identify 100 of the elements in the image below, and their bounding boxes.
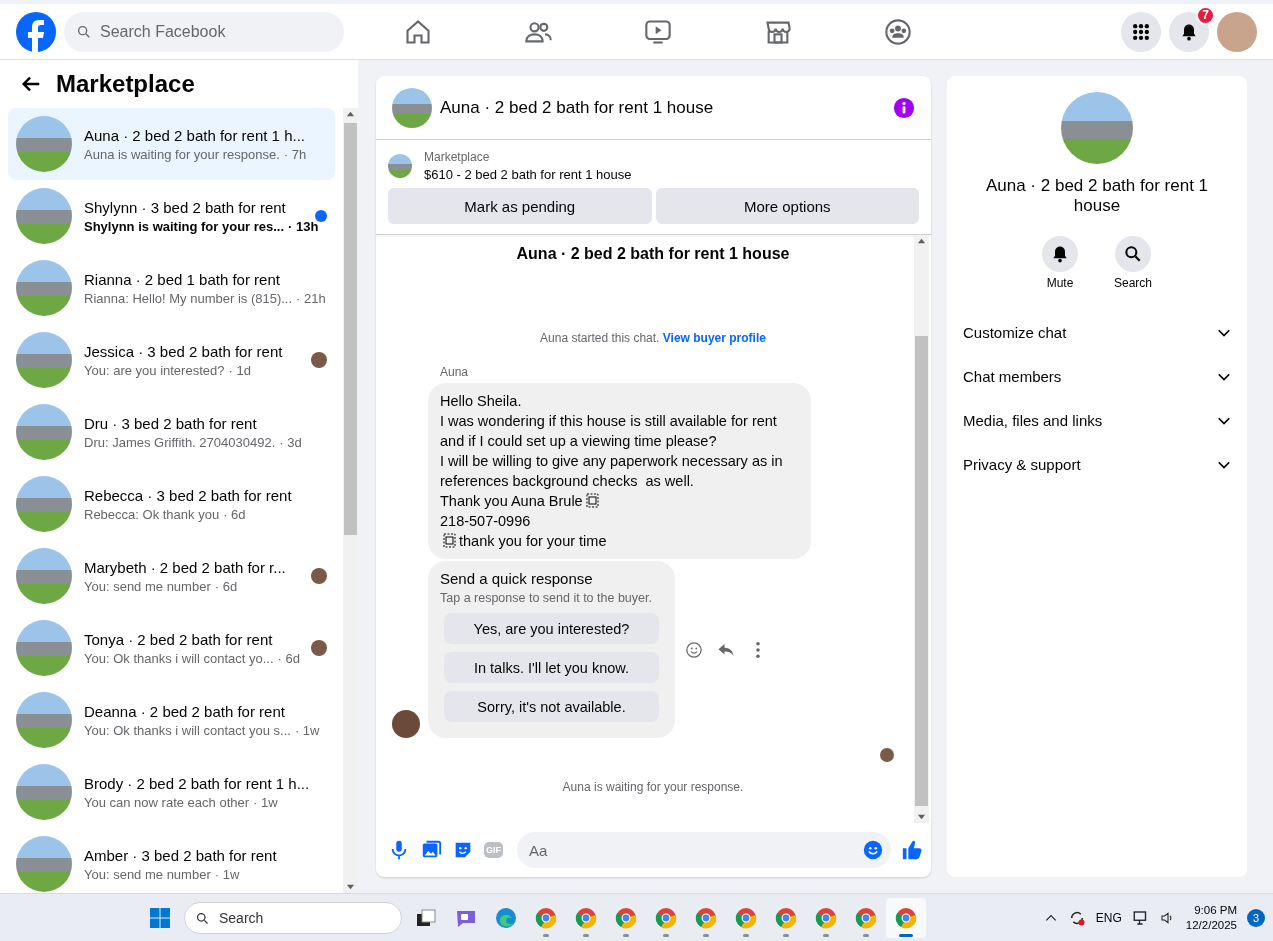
chat-title: Auna · 2 bed 2 bath for rent 1 house <box>440 97 715 118</box>
section-header[interactable]: Privacy & support <box>955 442 1239 486</box>
section-header[interactable]: Media, files and links <box>955 398 1239 442</box>
conversation-title: Shylynn · 3 bed 2 bath for rent <box>84 198 287 216</box>
edge-browser-icon[interactable] <box>494 905 518 930</box>
timestamp: · 13h <box>288 218 319 234</box>
profile-avatar[interactable] <box>1217 11 1257 52</box>
conversation-item[interactable]: Deanna · 2 bed 2 bath for rent You: Ok thanks i will contact you s... · 1w <box>8 684 335 756</box>
section-label: Media, files and links <box>963 411 1103 429</box>
conversation-item[interactable]: Brody · 2 bed 2 bath for rent 1 h... You can now rate each other · 1w <box>8 756 335 828</box>
groups-icon[interactable] <box>884 17 912 46</box>
chrome-browser-icon[interactable] <box>574 905 598 930</box>
chrome-taskbar-button[interactable] <box>886 897 926 938</box>
photo-placeholder <box>16 620 72 676</box>
quick-response-button[interactable]: Yes, are you interested? <box>444 613 659 644</box>
clock-time[interactable]: 9:06 PM <box>1185 902 1237 918</box>
scrollbar[interactable] <box>914 235 929 823</box>
clock-date[interactable]: 12/2/2025 <box>1185 917 1237 933</box>
notification-badge: 7 <box>1196 5 1215 25</box>
chrome-browser-icon[interactable] <box>774 905 798 930</box>
system-message: Auna started this chat. View buyer profile <box>539 331 767 345</box>
timestamp: · 1w <box>294 722 320 738</box>
message-preview: You: send me number <box>84 866 211 882</box>
taskbar-search-field[interactable]: Search <box>184 901 402 934</box>
listing-label: Marketplace <box>424 150 491 164</box>
menu-button[interactable] <box>1121 11 1161 52</box>
chrome-browser-icon[interactable] <box>894 905 918 930</box>
message-preview: You can now rate each other <box>84 794 250 810</box>
listing-action-button[interactable]: Mark as pending <box>388 188 652 224</box>
photo-placeholder <box>392 87 432 128</box>
sender-avatar <box>392 710 420 738</box>
conversation-title: Deanna · 2 bed 2 bath for rent <box>84 702 286 720</box>
language-indicator[interactable]: ENG <box>1095 910 1122 925</box>
photo-placeholder <box>16 476 72 532</box>
action-label: Mute <box>1046 276 1074 290</box>
up-arrow-icon <box>917 237 926 246</box>
quick-response-subtitle: Tap a response to send it to the buyer. <box>440 591 653 605</box>
conversation-title: Dru · 3 bed 2 bath for rent <box>84 414 258 432</box>
conversation-item[interactable]: Dru · 3 bed 2 bath for rent Dru: James Griffith. 2704030492. · 3d <box>8 396 335 468</box>
info-icon[interactable] <box>893 96 915 119</box>
conversation-item[interactable]: Amber · 3 bed 2 bath for rent You: send me number · 1w <box>8 828 335 893</box>
notification-badge[interactable]: 3 <box>1247 908 1265 927</box>
section-header[interactable]: Chat members <box>955 354 1239 398</box>
photo-placeholder <box>16 836 72 892</box>
conversation-title: Marybeth · 2 bed 2 bath for r... <box>84 558 287 576</box>
conversation-item[interactable]: Tonya · 2 bed 2 bath for rent You: Ok thanks i will contact yo... · 6d <box>8 612 335 684</box>
chrome-browser-icon[interactable] <box>694 905 718 930</box>
photo-placeholder <box>16 692 72 748</box>
search-field[interactable]: Search Facebook <box>64 11 344 52</box>
conversation-item[interactable]: Jessica · 3 bed 2 bath for rent You: are you interested? · 1d <box>8 324 335 396</box>
thread-title: Auna · 2 bed 2 bath for rent 1 house <box>515 245 791 263</box>
buyer-profile-link[interactable]: View buyer profile <box>662 331 766 345</box>
conversation-item[interactable]: Auna · 2 bed 2 bath for rent 1 h... Auna is waiting for your response. · 7h <box>8 108 335 180</box>
quick-response-button[interactable]: Sorry, it's not available. <box>444 691 659 722</box>
photo-placeholder <box>16 548 72 604</box>
message-preview: Dru: James Griffith. 2704030492. <box>84 434 276 450</box>
quick-response-button[interactable]: In talks. I'll let you know. <box>444 652 659 683</box>
chrome-browser-icon[interactable] <box>614 905 638 930</box>
seen-avatar <box>880 748 894 762</box>
emoji-icon[interactable] <box>862 839 884 861</box>
section-label: Chat members <box>963 367 1062 385</box>
chrome-browser-icon[interactable] <box>534 905 558 930</box>
unread-dot <box>315 210 327 222</box>
timestamp: · 6d <box>214 578 238 594</box>
conversation-title: Rebecca · 3 bed 2 bath for rent <box>84 486 293 504</box>
video-icon[interactable] <box>644 17 672 46</box>
chrome-browser-icon[interactable] <box>654 905 678 930</box>
timestamp: · 3d <box>279 434 302 450</box>
conversation-item[interactable]: Rianna · 2 bed 1 bath for rent Rianna: Hello! My number is (815)... · 21h <box>8 252 335 324</box>
timestamp: · 1w <box>214 866 240 882</box>
facebook-logo[interactable] <box>16 11 56 52</box>
listing-summary: $610 - 2 bed 2 bath for rent 1 house <box>424 167 632 182</box>
windows-start-icon[interactable] <box>148 905 172 930</box>
message-field[interactable]: Aa <box>517 832 891 868</box>
chrome-browser-icon[interactable] <box>814 905 838 930</box>
chrome-browser-icon[interactable] <box>734 905 758 930</box>
up-arrow-icon <box>346 110 355 119</box>
scrollbar[interactable] <box>343 108 358 893</box>
section-label: Privacy & support <box>963 455 1081 473</box>
conversation-item[interactable]: Rebecca · 3 bed 2 bath for rent Rebecca: Ok thank you · 6d <box>8 468 335 540</box>
action-label: Search <box>1114 276 1152 290</box>
conversation-title: Amber · 3 bed 2 bath for rent <box>84 846 278 864</box>
timestamp: · 6d <box>277 650 300 666</box>
quick-response-title: Send a quick response <box>440 570 594 587</box>
down-arrow-icon <box>346 882 355 891</box>
listing-action-button[interactable]: More options <box>655 188 919 224</box>
sender-name: Auna <box>440 365 470 379</box>
sidebar-title: Marketplace <box>56 70 195 98</box>
timestamp: · 6d <box>223 506 246 522</box>
message-preview: Rebecca: Ok thank you <box>84 506 220 522</box>
message-preview: You: send me number <box>84 578 211 594</box>
thumbs-up-icon[interactable] <box>901 839 923 861</box>
conversation-title: Auna · 2 bed 2 bath for rent 1 house <box>984 176 1210 216</box>
smiley-icon[interactable] <box>685 640 703 659</box>
photo-placeholder <box>16 260 72 316</box>
conversation-item[interactable]: Shylynn · 3 bed 2 bath for rent Shylynn is waiting for your res... · 13h <box>8 180 335 252</box>
conversation-item[interactable]: Marybeth · 2 bed 2 bath for r... You: send me number · 6d <box>8 540 335 612</box>
conversation-title: Tonya · 2 bed 2 bath for rent <box>84 630 274 648</box>
chrome-browser-icon[interactable] <box>854 905 878 930</box>
section-header[interactable]: Customize chat <box>955 310 1239 354</box>
